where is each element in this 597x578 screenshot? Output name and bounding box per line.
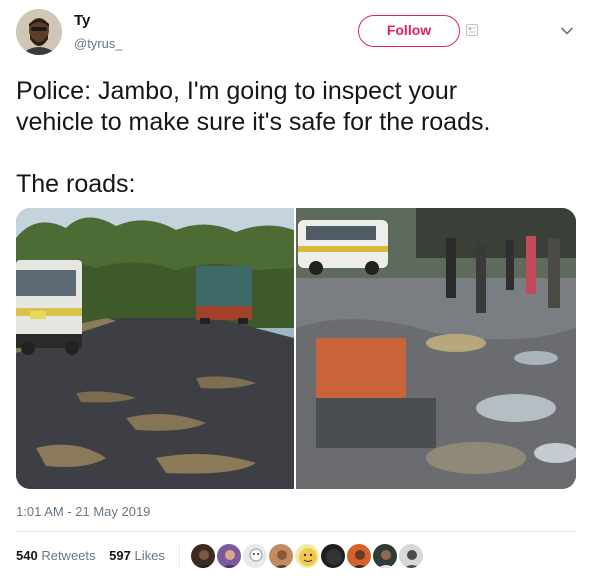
retweets-label: Retweets: [41, 548, 96, 563]
tweet-line-1: Police: Jambo, I'm going to inspect your: [16, 77, 458, 105]
photo-potholed-city-street-icon[interactable]: [296, 208, 576, 489]
tweet-text: Police: Jambo, I'm going to inspect your…: [16, 76, 581, 200]
profile-card-icon: [466, 24, 478, 36]
liker-avatar-icon[interactable]: [320, 543, 346, 569]
user-avatar-icon[interactable]: [16, 9, 62, 55]
user-display-name[interactable]: Ty: [74, 12, 90, 29]
user-handle[interactable]: @tyrus_: [74, 36, 123, 51]
liker-avatar-icon[interactable]: [398, 543, 424, 569]
retweets-stat[interactable]: 540 Retweets: [16, 548, 96, 563]
liker-avatar-icon[interactable]: [346, 543, 372, 569]
tweet-line-2: vehicle to make sure it's safe for the r…: [16, 108, 491, 136]
likes-stat[interactable]: 597 Likes: [109, 548, 165, 563]
likes-count: 597: [109, 548, 131, 563]
tweet-stats: 540 Retweets 597 Likes: [16, 548, 175, 563]
liker-avatar-icon[interactable]: [242, 543, 268, 569]
liker-avatar-icon[interactable]: [216, 543, 242, 569]
chevron-down-icon[interactable]: [560, 26, 574, 36]
liker-avatar-icon[interactable]: [294, 543, 320, 569]
likes-label: Likes: [134, 548, 165, 563]
tweet-media: [16, 208, 576, 489]
tweet-timestamp[interactable]: 1:01 AM - 21 May 2019: [16, 504, 150, 519]
tweet-card: Ty @tyrus_ Follow Police: Jambo, I'm goi…: [0, 0, 597, 578]
tweet-paragraph-2: The roads:: [16, 170, 136, 198]
liker-avatar-icon[interactable]: [372, 543, 398, 569]
follow-button[interactable]: Follow: [358, 15, 460, 47]
liker-avatar-icon[interactable]: [268, 543, 294, 569]
stats-separator: [179, 544, 180, 568]
photo-rural-road-with-matatu-icon[interactable]: [16, 208, 294, 489]
retweets-count: 540: [16, 548, 38, 563]
divider: [16, 531, 576, 532]
liker-avatar-icon[interactable]: [190, 543, 216, 569]
